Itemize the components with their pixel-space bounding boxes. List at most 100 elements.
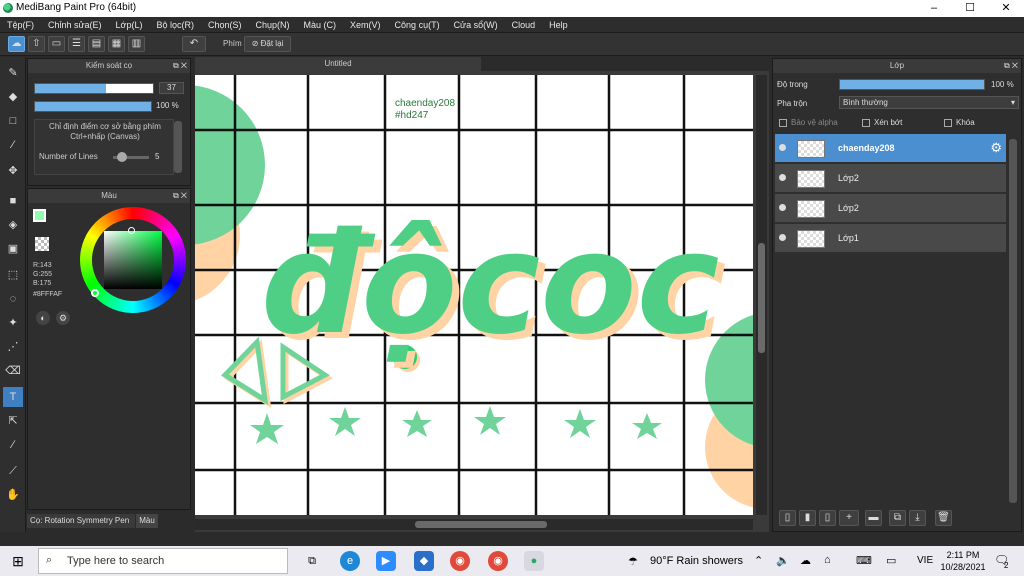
lock-checkbox[interactable] <box>944 119 952 127</box>
new-8bit-layer-icon[interactable]: ▯ <box>819 510 836 526</box>
select-tool-icon[interactable]: ⬚ <box>3 265 23 285</box>
menu-tools[interactable]: Công cụ(T) <box>388 17 447 33</box>
menu-select[interactable]: Chọn(S) <box>201 17 249 33</box>
share-icon[interactable]: ⇧ <box>28 36 45 52</box>
language-indicator[interactable]: VIE <box>917 555 933 566</box>
undo-icon[interactable]: ↶ <box>182 36 206 52</box>
dotted-brush-tool-icon[interactable]: ⁄ <box>3 135 23 155</box>
chevron-up-icon[interactable]: ⌃ <box>754 554 763 567</box>
panel-buttons[interactable]: ⧉ ✕ <box>1004 59 1018 73</box>
layer-opacity-slider[interactable] <box>839 79 985 90</box>
sv-cursor[interactable] <box>128 227 135 234</box>
lasso-tool-icon[interactable]: ◌ <box>3 289 23 309</box>
protect-alpha-checkbox[interactable] <box>779 119 787 127</box>
brush-panel-scrollbar[interactable] <box>174 121 182 173</box>
palette-settings-icon[interactable]: ⚙ <box>56 311 70 325</box>
clock[interactable]: 2:11 PM 10/28/2021 <box>940 549 986 573</box>
weather-text[interactable]: 90°F Rain showers <box>650 555 743 567</box>
gradient-tool-icon[interactable]: ▣ <box>3 239 23 259</box>
foreground-color-swatch[interactable] <box>33 209 46 222</box>
saturation-value-box[interactable] <box>104 231 162 289</box>
brush-size-value[interactable]: 37 <box>159 82 184 94</box>
drawing-canvas[interactable]: độcoc độcoc chaenday208 #hd247 <box>195 75 753 515</box>
canvas-horizontal-scrollbar[interactable] <box>195 519 753 530</box>
canvas-vertical-scrollbar[interactable] <box>756 75 767 515</box>
tiles-icon[interactable]: ▥ <box>128 36 145 52</box>
clipping-checkbox[interactable] <box>862 119 870 127</box>
keyboard-icon[interactable]: ⌨ <box>856 554 872 567</box>
message-icon[interactable]: ☰ <box>68 36 85 52</box>
comment-icon[interactable]: ▭ <box>48 36 65 52</box>
layer-row[interactable]: chaenday208 ⚙ <box>775 134 1006 163</box>
vertical-scroll-thumb[interactable] <box>758 243 765 353</box>
reset-button[interactable]: ⊘ Đặt lại <box>244 36 291 52</box>
folder-icon[interactable]: ▬ <box>865 510 882 526</box>
transparent-swatch[interactable] <box>35 237 49 251</box>
duplicate-layer-icon[interactable]: ⧉ <box>889 510 906 526</box>
menu-help[interactable]: Help <box>542 17 575 33</box>
chrome-icon[interactable]: ◉ <box>450 551 470 571</box>
menu-cloud[interactable]: Cloud <box>505 17 543 33</box>
hand-tool-icon[interactable]: ✋ <box>3 485 23 505</box>
cloud-status-icon[interactable]: ☁ <box>800 554 811 567</box>
hue-cursor[interactable] <box>91 289 99 297</box>
fill-shape-tool-icon[interactable]: ■ <box>3 191 23 211</box>
brush-tab[interactable]: Cọ: Rotation Symmetry Pen <box>27 514 135 528</box>
edge-icon[interactable]: e <box>340 551 360 571</box>
visibility-icon[interactable] <box>779 144 786 151</box>
brush-tool-icon[interactable]: ✎ <box>3 63 23 83</box>
menu-filter[interactable]: Bộ lọc(R) <box>149 17 201 33</box>
dropper-tool-icon[interactable]: ∕ <box>3 435 23 455</box>
layer-row[interactable]: Lớp1 <box>775 224 1006 253</box>
panel-buttons[interactable]: ⧉ ✕ <box>173 59 187 73</box>
move-tool-icon[interactable]: ✥ <box>3 161 23 181</box>
chrome-icon[interactable]: ◉ <box>488 551 508 571</box>
select-eraser-tool-icon[interactable]: ⌫ <box>3 361 23 381</box>
visibility-icon[interactable] <box>779 234 786 241</box>
rectangle-tool-icon[interactable]: □ <box>3 111 23 131</box>
close-button[interactable]: ✕ <box>988 0 1024 17</box>
add-layer-menu-icon[interactable]: + <box>839 510 859 526</box>
app-icon[interactable]: ◆ <box>414 551 434 571</box>
brush-opacity-slider[interactable] <box>34 101 152 112</box>
brush-size-slider[interactable] <box>34 83 154 94</box>
medibang-taskbar-icon[interactable]: ● <box>524 551 544 571</box>
new-halftone-layer-icon[interactable]: ▮ <box>799 510 816 526</box>
visibility-icon[interactable] <box>779 204 786 211</box>
blend-mode-select[interactable]: Bình thường ▾ <box>839 96 1019 109</box>
merge-layer-icon[interactable]: ⤓ <box>909 510 926 526</box>
bucket-tool-icon[interactable]: ◈ <box>3 215 23 235</box>
trash-icon[interactable]: 🗑 <box>935 510 952 526</box>
lines-slider-handle[interactable] <box>117 152 127 162</box>
cloud-icon[interactable]: ☁ <box>8 36 25 52</box>
task-view-icon[interactable]: ⧉ <box>302 551 322 571</box>
minimize-button[interactable]: – <box>916 0 952 17</box>
visibility-icon[interactable] <box>779 174 786 181</box>
gear-icon[interactable]: ⚙ <box>990 140 1002 156</box>
menu-window[interactable]: Cửa sổ(W) <box>447 17 505 33</box>
display-icon[interactable]: ▭ <box>886 554 896 567</box>
select-pen-tool-icon[interactable]: ⋰ <box>3 337 23 357</box>
canvas-tab[interactable]: Untitled <box>195 57 481 71</box>
color-tab[interactable]: Màu <box>136 514 158 528</box>
palette-icon[interactable]: ◐ <box>36 311 50 325</box>
menu-edit[interactable]: Chỉnh sửa(E) <box>41 17 109 33</box>
network-icon[interactable]: ⌂ <box>824 554 831 566</box>
maximize-button[interactable]: ☐ <box>952 0 988 17</box>
new-layer-icon[interactable]: ▯ <box>779 510 796 526</box>
magic-wand-tool-icon[interactable]: ✦ <box>3 313 23 333</box>
menu-layer[interactable]: Lớp(L) <box>109 17 150 33</box>
menu-view[interactable]: Xem(V) <box>343 17 388 33</box>
menu-snap[interactable]: Chụp(N) <box>249 17 297 33</box>
document-icon[interactable]: ▤ <box>88 36 105 52</box>
operation-tool-icon[interactable]: ⇱ <box>3 411 23 431</box>
taskbar-search[interactable]: ⌕ Type here to search <box>38 548 288 574</box>
panel-buttons[interactable]: ⧉ ✕ <box>173 189 187 203</box>
text-tool-icon[interactable]: T <box>3 387 23 407</box>
menu-file[interactable]: Tệp(F) <box>0 17 41 33</box>
layer-row[interactable]: Lớp2 <box>775 194 1006 223</box>
color-wheel[interactable] <box>80 207 186 313</box>
zoom-icon[interactable]: ▶ <box>376 551 396 571</box>
windows-start-icon[interactable]: ⊞ <box>8 551 28 571</box>
eraser-tool-icon[interactable]: ◆ <box>3 87 23 107</box>
